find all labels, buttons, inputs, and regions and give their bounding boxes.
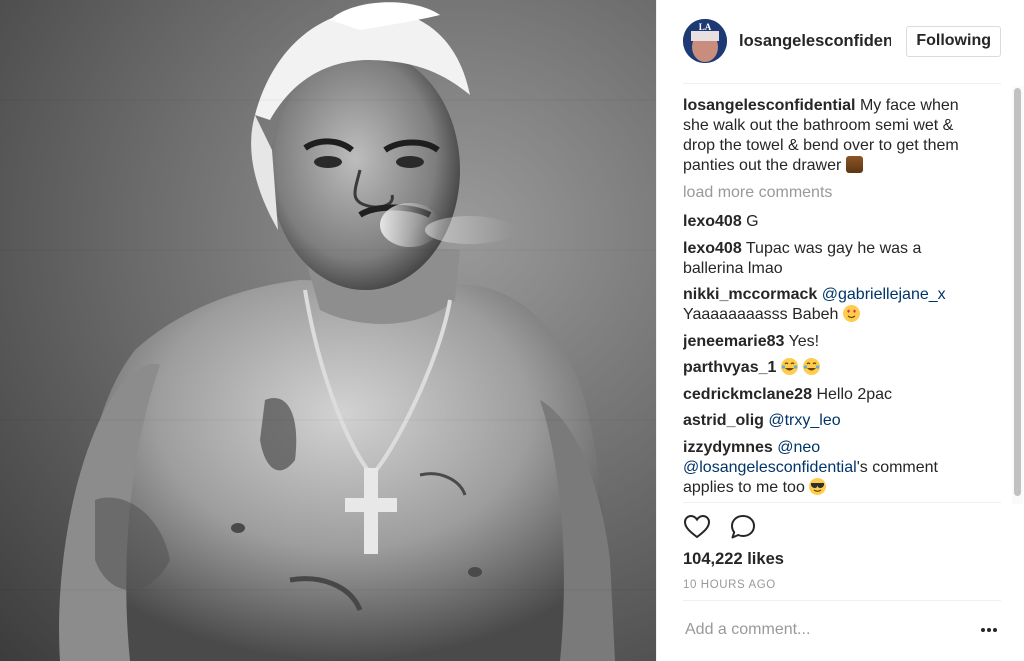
following-button[interactable]: Following — [906, 25, 1001, 57]
comment-text: G — [746, 213, 759, 230]
comment-text: Hello 2pac — [816, 385, 893, 403]
post-timestamp: 10 HOURS AGO — [683, 579, 776, 591]
more-options-icon[interactable] — [980, 622, 998, 638]
comment-text: Yaaaaaaaasss Babeh — [683, 306, 839, 323]
dodgers-avatar-icon: LA — [683, 19, 727, 63]
list-item: parthvyas_1 — [683, 358, 983, 378]
comment-author[interactable]: cedrickmclane28 — [683, 386, 812, 403]
laughing-tears-emoji — [780, 358, 798, 375]
list-item: astrid_olig @trxy_leo — [683, 411, 983, 431]
comment-author[interactable]: lexo408 — [683, 240, 742, 257]
likes-count[interactable]: 104,222 likes — [683, 550, 784, 569]
post-photo — [0, 0, 656, 661]
list-item: jeneemarie83 Yes! — [683, 332, 983, 352]
input-divider — [683, 600, 1001, 601]
scrollbar-thumb[interactable] — [1014, 88, 1021, 496]
list-item: cedrickmclane28 Hello 2pac — [683, 385, 983, 405]
header-divider — [683, 83, 1001, 84]
instagram-post-modal: LA losangelesconfident Following losange… — [0, 0, 1024, 661]
sunglasses-emoji — [809, 477, 827, 495]
comment-mention[interactable]: @gabriellejane_x — [822, 286, 946, 303]
load-more-comments-link[interactable]: load more comments — [683, 183, 983, 203]
actions-divider — [683, 502, 1001, 503]
add-comment-input[interactable] — [683, 616, 957, 644]
comments-scrollbar[interactable] — [1012, 86, 1023, 504]
post-sidebar: LA losangelesconfident Following losange… — [656, 0, 1024, 661]
comment-author[interactable]: astrid_olig — [683, 412, 764, 429]
comment-author[interactable]: jeneemarie83 — [683, 333, 784, 350]
post-header: LA losangelesconfident Following — [683, 18, 1001, 64]
caption-author[interactable]: losangelesconfidential — [683, 97, 855, 114]
comment-mention[interactable]: @trxy_leo — [768, 412, 840, 429]
list-item: izzydymnes @neo @losangelesconfidential'… — [683, 438, 983, 498]
comment-mention-2[interactable]: @losangelesconfidential — [683, 459, 857, 476]
list-item: nikki_mccormack @gabriellejane_x Yaaaaaa… — [683, 285, 983, 325]
list-item: lexo408 Tupac was gay he was a ballerina… — [683, 239, 983, 279]
comment-bubble-icon[interactable] — [729, 513, 757, 541]
avatar[interactable]: LA — [683, 19, 727, 63]
svg-text:LA: LA — [699, 22, 712, 32]
caption: losangelesconfidential My face when she … — [683, 96, 983, 176]
portrait-illustration — [0, 2, 656, 661]
comment-author[interactable]: izzydymnes — [683, 439, 773, 456]
comment-author[interactable]: nikki_mccormack — [683, 286, 817, 303]
post-username[interactable]: losangelesconfident — [739, 32, 891, 51]
comment-author[interactable]: lexo408 — [683, 213, 742, 230]
heart-outline-icon[interactable] — [683, 513, 711, 541]
comments-list: losangelesconfidential My face when she … — [683, 96, 983, 502]
comment-author[interactable]: parthvyas_1 — [683, 359, 776, 376]
list-item: lexo408 G — [683, 212, 983, 232]
post-actions — [683, 513, 757, 541]
laughing-tears-emoji — [803, 358, 821, 375]
raising-hands-emoji — [845, 156, 863, 173]
comment-text: Yes! — [788, 332, 820, 350]
heart-eyes-emoji — [842, 305, 860, 322]
comment-mention[interactable]: @neo — [777, 439, 820, 456]
